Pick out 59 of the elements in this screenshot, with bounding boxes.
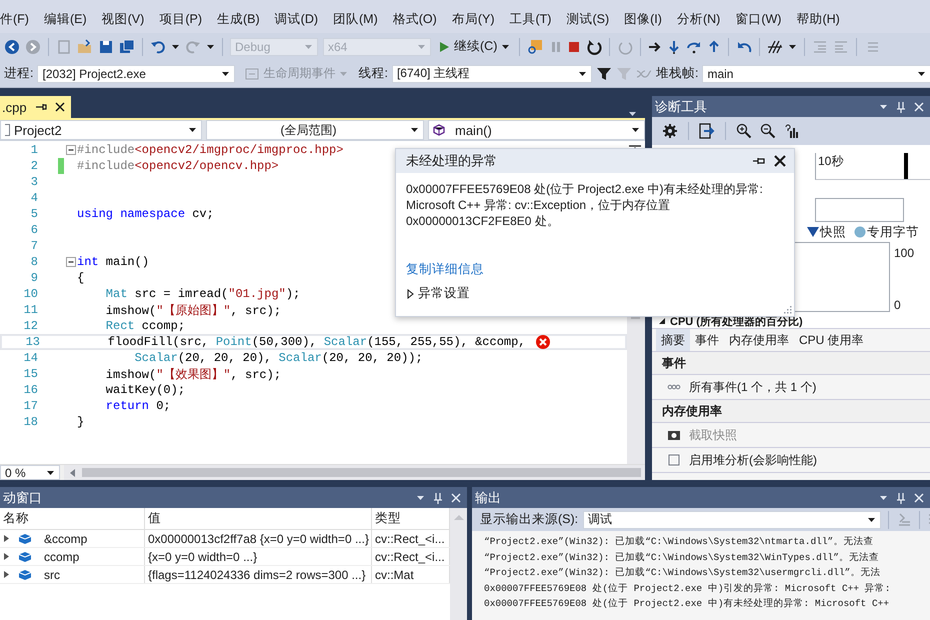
output-line: 0x00007FFEE5769E08 处(位于 Project2.exe 中)有未经处理的异常: Microsoft C++ xyxy=(484,597,890,611)
output-line: “Project2.exe”(Win32): 已加载“C:\Windows\System32\ntmarta.dll”。无法查 xyxy=(484,535,874,549)
ruler-label: 10秒 xyxy=(818,153,844,170)
line-number: 17 xyxy=(22,399,38,413)
line-number: 5 xyxy=(30,207,38,221)
code-line: #include<opencv2/imgproc/imgproc.hpp> xyxy=(77,143,344,157)
legend-label: 专用字节 xyxy=(867,224,919,240)
variable-value: {flags=1124024336 dims=2 rows=300 ...} xyxy=(145,566,372,583)
variable-value: {x=0 y=0 width=0 ...} xyxy=(145,548,372,565)
line-number: 18 xyxy=(22,415,38,429)
code-line: waitKey(0); xyxy=(104,383,186,397)
line-number: 6 xyxy=(30,223,38,237)
line-number: 11 xyxy=(22,303,38,317)
line-number: 2 xyxy=(30,159,38,173)
output-line: 0x00007FFEE5769E08 处(位于 Project2.exe 中)引发的异常: Microsoft C++ 异常: xyxy=(484,582,892,596)
legend-label: 快照 xyxy=(820,224,846,240)
code-line: } xyxy=(77,415,84,429)
line-number: 15 xyxy=(22,367,38,381)
thread-label: 线程: xyxy=(358,65,388,82)
line-number: 1 xyxy=(30,143,38,157)
code-line: #include<opencv2/opencv.hpp> xyxy=(77,159,279,173)
axis-label: 0 xyxy=(894,298,902,312)
line-number: 9 xyxy=(30,271,38,285)
code-line: imshow("【效果图】", src); xyxy=(104,366,282,382)
code-line: Mat src = imread("01.jpg"); xyxy=(104,287,300,301)
output-source-label: 显示输出来源(S): xyxy=(480,511,578,528)
exception-message: 0x00007FFEE5769E08 处(位于 Project2.exe 中)有未经处理的异常: Microsoft C++ 异常: cv::Exception，位于内存位置 0x00000013CF2FE8E0 处。 xyxy=(406,181,764,229)
output-line: “Project2.exe”(Win32): 已加载“C:\Windows\System32\WinTypes.dll”。无法查 xyxy=(484,550,880,564)
code-line: using namespace cv; xyxy=(77,207,214,221)
code-line: imshow("【原始图】", src); xyxy=(104,302,282,318)
variable-name: &ccomp xyxy=(44,532,88,546)
variable-name: ccomp xyxy=(44,550,80,564)
line-number: 16 xyxy=(22,383,38,397)
line-number: 7 xyxy=(30,239,38,253)
code-line: Rect ccomp; xyxy=(104,319,186,333)
panel-title: 输出 xyxy=(475,488,501,506)
code-line: floodFill(src, Point(50,300), Scalar(155, 255,55), &ccomp, xyxy=(106,335,526,349)
line-number: 3 xyxy=(30,175,38,189)
output-line: “Project2.exe”(Win32): 已加载“C:\Windows\System32\usermgrcli.dll”。无法 xyxy=(484,566,882,580)
code-line: int main() xyxy=(77,255,150,269)
code-line: { xyxy=(77,271,84,285)
line-number: 12 xyxy=(22,319,38,333)
line-number: 14 xyxy=(22,351,38,365)
variable-value: 0x00000013cf2ff7a8 {x=0 y=0 width=0 ...} xyxy=(145,530,372,547)
process-label: 进程: xyxy=(4,65,34,82)
line-number: 13 xyxy=(24,335,40,349)
code-line: Scalar(20, 20, 20), Scalar(20, 20, 20)); xyxy=(134,351,423,365)
popup-title: 未经处理的异常 xyxy=(406,152,498,170)
panel-title: 诊断工具 xyxy=(655,98,707,116)
panel-title: 动窗口 xyxy=(3,488,42,506)
variable-name: src xyxy=(44,568,60,582)
line-number: 10 xyxy=(22,287,38,301)
line-number: 4 xyxy=(30,191,38,205)
stack-frame-label: 堆栈帧: xyxy=(656,65,698,82)
section-heading: 内存使用率 xyxy=(652,400,930,423)
axis-label: 100 xyxy=(894,246,914,260)
line-number: 8 xyxy=(30,255,38,269)
section-heading: 事件 xyxy=(652,352,930,375)
code-line: return 0; xyxy=(104,399,171,413)
